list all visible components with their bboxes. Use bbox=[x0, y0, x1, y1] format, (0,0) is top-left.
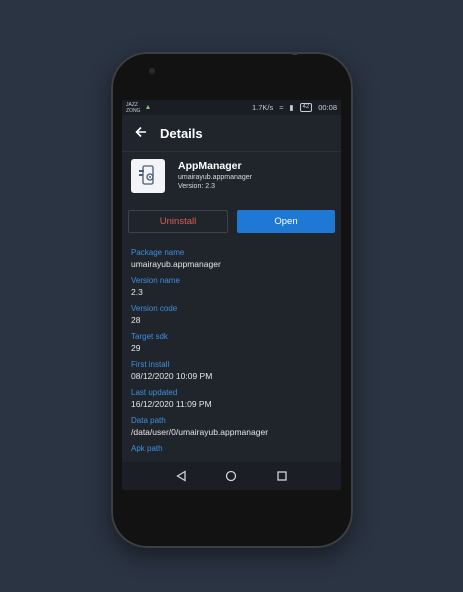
app-package: umairayub.appmanager bbox=[178, 174, 252, 181]
detail-value: 2.3 bbox=[131, 287, 143, 297]
app-settings-icon bbox=[131, 159, 165, 193]
detail-label: Version name bbox=[131, 276, 180, 285]
signal-icon: ▮ bbox=[289, 103, 294, 112]
front-camera bbox=[149, 68, 155, 74]
detail-value: /data/user/0/umairayub.appmanager bbox=[131, 427, 269, 437]
carrier-label: JAZZ ZONG bbox=[126, 101, 141, 114]
detail-row: Package name umairayub.appmanager bbox=[131, 248, 332, 270]
wifi-icon: ≈ bbox=[279, 103, 284, 112]
android-icon: ▲ bbox=[144, 104, 152, 111]
network-speed: 1.7K/s bbox=[252, 103, 274, 112]
nav-recents-icon[interactable] bbox=[272, 466, 292, 486]
status-right: 1.7K/s ≈ ▮ 42 00:08 bbox=[252, 103, 337, 112]
app-name: AppManager bbox=[178, 160, 242, 172]
nav-home-icon[interactable] bbox=[221, 466, 241, 486]
detail-row: Data path /data/user/0/umairayub.appmana… bbox=[131, 416, 332, 438]
clock: 00:08 bbox=[318, 103, 337, 112]
app-meta: AppManager umairayub.appmanager Version:… bbox=[178, 159, 252, 193]
detail-label: First install bbox=[131, 360, 170, 369]
detail-row: Apk path bbox=[131, 444, 332, 454]
app-bar: Details bbox=[122, 115, 341, 152]
nav-back-icon[interactable] bbox=[171, 466, 191, 486]
earpiece bbox=[292, 52, 298, 55]
status-left: JAZZ ZONG ▲ bbox=[126, 102, 151, 114]
action-buttons: Uninstall Open bbox=[122, 193, 341, 233]
detail-label: Data path bbox=[131, 416, 166, 425]
open-button[interactable]: Open bbox=[237, 210, 335, 233]
detail-label: Version code bbox=[131, 304, 178, 313]
nav-bar bbox=[122, 462, 341, 490]
detail-label: Package name bbox=[131, 248, 185, 257]
detail-label: Apk path bbox=[131, 444, 163, 453]
detail-label: Last updated bbox=[131, 388, 178, 397]
back-arrow-icon[interactable] bbox=[122, 125, 160, 142]
phone-screen: JAZZ ZONG ▲ 1.7K/s ≈ ▮ 42 00:08 Details bbox=[122, 100, 341, 490]
detail-row: Version code 28 bbox=[131, 304, 332, 326]
detail-value: 29 bbox=[131, 343, 141, 353]
detail-value: umairayub.appmanager bbox=[131, 259, 221, 269]
detail-row: Last updated 16/12/2020 11:09 PM bbox=[131, 388, 332, 410]
detail-value: 08/12/2020 10:09 PM bbox=[131, 371, 213, 381]
battery-icon: 42 bbox=[299, 103, 313, 112]
app-version: Version: 2.3 bbox=[178, 183, 215, 190]
detail-label: Target sdk bbox=[131, 332, 168, 341]
app-header: AppManager umairayub.appmanager Version:… bbox=[122, 152, 341, 193]
detail-row: First install 08/12/2020 10:09 PM bbox=[131, 360, 332, 382]
uninstall-button[interactable]: Uninstall bbox=[128, 210, 228, 233]
status-bar: JAZZ ZONG ▲ 1.7K/s ≈ ▮ 42 00:08 bbox=[122, 100, 341, 115]
detail-row: Target sdk 29 bbox=[131, 332, 332, 354]
page-title: Details bbox=[160, 125, 203, 141]
details-list: Package name umairayub.appmanager Versio… bbox=[122, 233, 341, 454]
detail-row: Version name 2.3 bbox=[131, 276, 332, 298]
detail-value: 28 bbox=[131, 315, 141, 325]
detail-value: 16/12/2020 11:09 PM bbox=[131, 399, 212, 409]
